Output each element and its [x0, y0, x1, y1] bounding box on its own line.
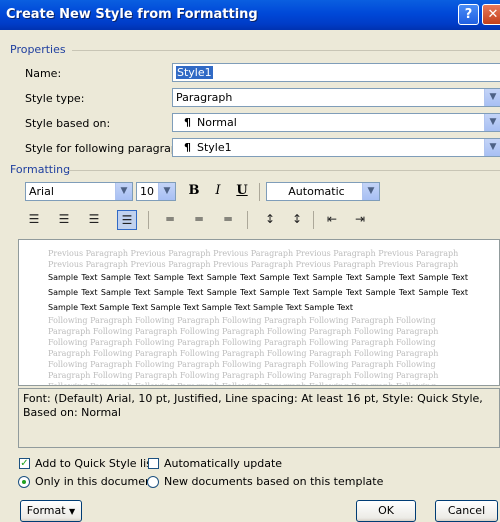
help-icon: ? [464, 7, 473, 22]
style-preview: Previous Paragraph Previous Paragraph Pr… [18, 239, 500, 386]
properties-divider [72, 50, 500, 51]
spacing-before-icon: ↕ [264, 212, 276, 226]
single-spacing-button[interactable]: ═ [160, 210, 180, 230]
align-right-button[interactable]: ☰ [84, 210, 104, 230]
increase-indent-button[interactable]: ⇥ [350, 210, 370, 230]
chevron-down-icon[interactable]: ▼ [158, 183, 175, 200]
following-style-dropdown[interactable]: ¶ Style1 ▼ [172, 138, 500, 157]
one-half-spacing-button[interactable]: ═ [189, 210, 209, 230]
following-paragraph-text: Following Paragraph Following Paragraph … [48, 316, 439, 385]
cancel-button[interactable]: Cancel [435, 500, 498, 522]
decrease-spacing-before-button[interactable]: ↕ [287, 210, 307, 230]
style-description: Font: (Default) Arial, 10 pt, Justified,… [18, 388, 500, 448]
checkmark-icon: ✓ [20, 458, 29, 469]
dropdown-arrow-icon: ▼ [69, 507, 76, 516]
formatting-divider [68, 170, 500, 171]
dialog-title: Create New Style from Formatting [6, 7, 258, 22]
font-color-value: Automatic [288, 185, 345, 198]
font-size-value: 10 [140, 185, 154, 198]
based-on-value: Normal [197, 116, 237, 129]
ok-button[interactable]: OK [356, 500, 416, 522]
toolbar-separator [259, 183, 260, 201]
align-center-icon: ☰ [58, 212, 70, 226]
toolbar-separator [247, 211, 248, 229]
formatting-section: Formatting [10, 163, 500, 176]
align-center-button[interactable]: ☰ [54, 210, 74, 230]
auto-update-checkbox[interactable] [148, 458, 159, 469]
style-type-label: Style type: [25, 92, 85, 105]
single-spacing-icon: ═ [166, 212, 174, 226]
double-spacing-button[interactable]: ═ [218, 210, 238, 230]
spacing-after-icon: ↕ [291, 212, 303, 226]
new-documents-label[interactable]: New documents based on this template [164, 475, 383, 488]
title-bar: Create New Style from Formatting ? ✕ [0, 0, 500, 30]
format-button-label: Format [26, 504, 66, 517]
decrease-indent-button[interactable]: ⇤ [322, 210, 342, 230]
close-button[interactable]: ✕ [482, 4, 500, 25]
align-right-icon: ☰ [88, 212, 100, 226]
formatting-heading: Formatting [10, 163, 71, 176]
chevron-down-icon[interactable]: ▼ [362, 183, 379, 200]
bold-button[interactable]: B [184, 181, 204, 201]
increase-indent-icon: ⇥ [354, 212, 366, 226]
name-value: Style1 [176, 66, 213, 79]
paragraph-mark-icon: ¶ [184, 141, 191, 154]
following-style-value: Style1 [197, 141, 232, 154]
help-button[interactable]: ? [458, 4, 479, 25]
double-spacing-icon: ═ [224, 212, 232, 226]
close-icon: ✕ [487, 7, 499, 22]
following-style-label: Style for following paragraph: [25, 142, 189, 155]
increase-spacing-before-button[interactable]: ↕ [260, 210, 280, 230]
justify-button[interactable]: ☰ [117, 210, 137, 230]
properties-heading: Properties [10, 43, 66, 56]
name-field[interactable]: Style1 [172, 63, 500, 82]
format-button[interactable]: Format ▼ [20, 500, 82, 522]
auto-update-label[interactable]: Automatically update [164, 457, 282, 470]
only-this-document-radio[interactable] [18, 476, 30, 488]
chevron-down-icon[interactable]: ▼ [484, 114, 500, 131]
style-type-value: Paragraph [176, 91, 233, 104]
properties-section: Properties [10, 43, 500, 56]
style-type-dropdown[interactable]: Paragraph ▼ [172, 88, 500, 107]
toolbar-separator [148, 211, 149, 229]
new-documents-radio[interactable] [147, 476, 159, 488]
decrease-indent-icon: ⇤ [326, 212, 338, 226]
align-left-icon: ☰ [28, 212, 40, 226]
one-half-spacing-icon: ═ [195, 212, 203, 226]
font-name-value: Arial [29, 185, 54, 198]
chevron-down-icon[interactable]: ▼ [484, 89, 500, 106]
based-on-dropdown[interactable]: ¶ Normal ▼ [172, 113, 500, 132]
previous-paragraph-text: Previous Paragraph Previous Paragraph Pr… [48, 249, 459, 269]
font-color-dropdown[interactable]: Automatic ▼ [266, 182, 380, 201]
sample-text: Sample Text Sample Text Sample Text Samp… [48, 273, 468, 312]
add-quick-style-checkbox[interactable]: ✓ [19, 458, 30, 469]
add-quick-style-label[interactable]: Add to Quick Style list [35, 457, 156, 470]
font-name-dropdown[interactable]: Arial ▼ [25, 182, 133, 201]
radio-selected-dot [22, 480, 26, 484]
toolbar-separator [313, 211, 314, 229]
only-this-document-label[interactable]: Only in this document [35, 475, 156, 488]
paragraph-mark-icon: ¶ [184, 116, 191, 129]
font-size-dropdown[interactable]: 10 ▼ [136, 182, 176, 201]
chevron-down-icon[interactable]: ▼ [484, 139, 500, 156]
underline-button[interactable]: U [232, 181, 252, 201]
chevron-down-icon[interactable]: ▼ [115, 183, 132, 200]
based-on-label: Style based on: [25, 117, 111, 130]
italic-button[interactable]: I [208, 181, 228, 201]
justify-icon: ☰ [121, 213, 133, 227]
align-left-button[interactable]: ☰ [24, 210, 44, 230]
name-label: Name: [25, 67, 62, 80]
